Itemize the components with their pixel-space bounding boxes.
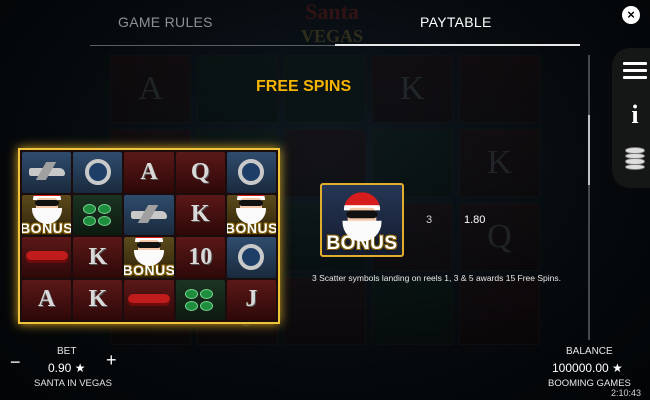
jet-icon xyxy=(130,210,167,219)
santa-icon xyxy=(336,192,388,242)
watch-icon xyxy=(238,159,265,186)
tab-game-rules[interactable]: GAME RULES xyxy=(118,14,213,30)
card-letter: A xyxy=(37,286,56,313)
limo-icon xyxy=(127,293,170,306)
reel-cell-letter: K xyxy=(73,237,123,278)
scatter-description: 3 Scatter symbols landing on reels 1, 3 … xyxy=(312,273,561,283)
scrollbar-thumb[interactable] xyxy=(588,115,590,185)
reel-cell-jet xyxy=(124,194,174,235)
card-letter: K xyxy=(88,286,108,313)
card-letter: K xyxy=(190,201,210,228)
scrollbar[interactable] xyxy=(588,55,590,340)
reel-cell-letter: K xyxy=(73,279,123,320)
reel-cell-letter: J xyxy=(226,279,276,320)
bet-value: 0.90 ★ xyxy=(48,361,86,375)
game-name: SANTA IN VEGAS xyxy=(34,378,112,389)
card-letter: Q xyxy=(190,158,210,185)
coins-icon[interactable] xyxy=(623,147,647,170)
reel-cell-letter: 10 xyxy=(175,237,225,278)
chips-icon xyxy=(185,288,215,311)
example-reels: A Q BONUS K BONUS K BONUS 10 A K J xyxy=(18,148,280,324)
balance-value: 100000.00 ★ xyxy=(552,361,623,375)
reel-cell-limo xyxy=(124,279,174,320)
reel-cell-letter: Q xyxy=(175,152,225,193)
reel-cell-letter: A xyxy=(22,279,72,320)
side-menu: i xyxy=(612,48,650,188)
reel-cell-bonus: BONUS xyxy=(22,194,72,235)
hamburger-icon[interactable] xyxy=(623,62,647,84)
bet-label: BET xyxy=(57,346,77,357)
card-letter: K xyxy=(88,243,108,270)
card-letter: J xyxy=(245,286,258,313)
tab-paytable[interactable]: PAYTABLE xyxy=(420,14,492,30)
reel-cell-chips xyxy=(175,279,225,320)
reel-cell-letter: A xyxy=(124,152,174,193)
reel-cell-letter: K xyxy=(175,194,225,235)
reel-cell-watch xyxy=(73,152,123,193)
santa-icon xyxy=(129,237,169,267)
close-button[interactable]: × xyxy=(622,6,640,24)
close-icon: × xyxy=(627,7,635,22)
info-icon[interactable]: i xyxy=(623,102,647,128)
reel-cell-jet xyxy=(22,152,72,193)
section-title: FREE SPINS xyxy=(256,78,352,95)
card-letter: A xyxy=(140,158,158,185)
bonus-symbol: BONUS xyxy=(227,194,276,235)
pay-count: 3 xyxy=(426,214,433,226)
watch-icon xyxy=(84,159,111,186)
bonus-symbol: BONUS xyxy=(124,237,174,278)
jet-icon xyxy=(28,168,65,177)
santa-icon xyxy=(27,194,67,224)
pay-value: 1.80 xyxy=(464,214,486,226)
reel-cell-limo xyxy=(22,237,72,278)
bonus-symbol: BONUS xyxy=(22,194,71,235)
bet-decrease-button[interactable]: − xyxy=(10,352,21,373)
reel-cell-watch xyxy=(226,152,276,193)
limo-icon xyxy=(25,251,68,264)
tab-active-indicator xyxy=(335,44,580,46)
balance-label: BALANCE xyxy=(566,346,613,357)
reel-cell-watch xyxy=(226,237,276,278)
santa-icon xyxy=(231,194,271,224)
bet-increase-button[interactable]: + xyxy=(106,350,117,371)
scatter-symbol: BONUS xyxy=(320,183,404,257)
reel-cell-bonus: BONUS xyxy=(226,194,276,235)
reel-cell-chips xyxy=(73,194,123,235)
chips-icon xyxy=(82,203,113,226)
clock: 2:10:43 xyxy=(611,388,642,398)
reel-cell-bonus: BONUS xyxy=(124,237,174,278)
watch-icon xyxy=(238,244,265,271)
card-letter: 10 xyxy=(188,243,213,270)
